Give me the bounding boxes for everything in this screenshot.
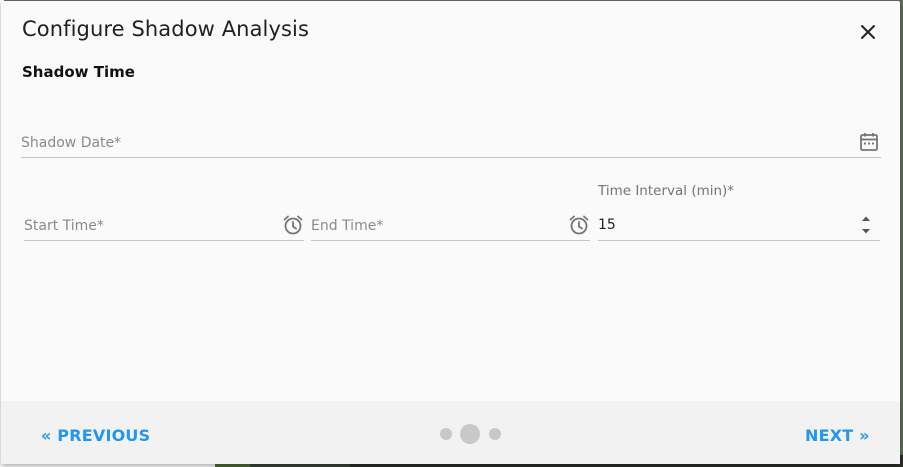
shadow-date-field[interactable]: Shadow Date*	[21, 126, 881, 158]
time-interval-value: 15	[598, 217, 616, 233]
start-time-field[interactable]: Start Time*	[24, 209, 304, 241]
alarm-clock-icon[interactable]	[568, 214, 590, 240]
calendar-icon[interactable]	[859, 132, 879, 156]
step-dot	[489, 428, 501, 440]
alarm-clock-icon[interactable]	[282, 214, 304, 240]
configure-dialog: Configure Shadow Analysis Shadow Time Sh…	[1, 1, 900, 464]
next-button[interactable]: NEXT »	[805, 426, 870, 445]
step-dot	[440, 428, 452, 440]
spinner-arrows-icon[interactable]	[860, 213, 872, 237]
shadow-date-placeholder: Shadow Date*	[21, 135, 122, 151]
close-button[interactable]	[857, 21, 879, 43]
start-time-placeholder: Start Time*	[24, 218, 104, 234]
previous-button[interactable]: « PREVIOUS	[41, 426, 150, 445]
section-title: Shadow Time	[22, 63, 135, 81]
end-time-field[interactable]: End Time*	[311, 209, 590, 241]
dialog-footer: « PREVIOUS NEXT »	[1, 401, 900, 464]
time-interval-label: Time Interval (min)*	[598, 183, 735, 199]
dialog-title: Configure Shadow Analysis	[22, 17, 310, 41]
end-time-placeholder: End Time*	[311, 218, 384, 234]
step-dot-active	[460, 424, 480, 444]
close-icon	[861, 25, 875, 39]
time-interval-input[interactable]: 15	[598, 209, 880, 241]
